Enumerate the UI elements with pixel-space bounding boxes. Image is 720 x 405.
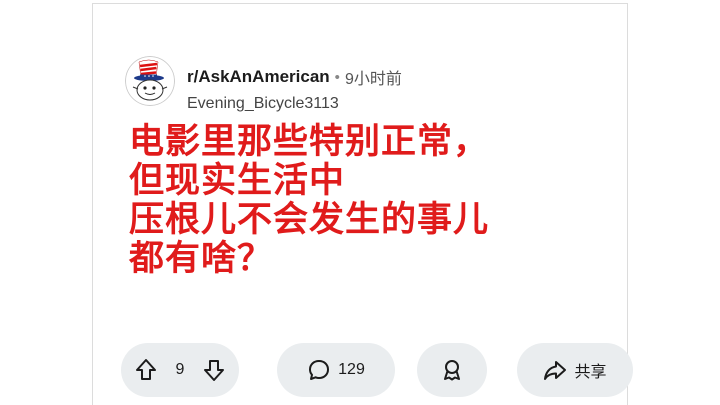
post-meta: r/AskAnAmerican • 9小时前 Evening_Bicycle31…: [187, 65, 402, 113]
comments-button[interactable]: 129: [277, 343, 395, 397]
post-action-bar: 9 129 共享: [121, 343, 633, 397]
author-username[interactable]: Evening_Bicycle3113: [187, 95, 402, 113]
post-card: r/AskAnAmerican • 9小时前 Evening_Bicycle31…: [92, 3, 633, 405]
post-title-line: 电影里那些特别正常，: [129, 122, 490, 161]
upvote-button[interactable]: [135, 358, 157, 382]
post-title-line: 都有啥？: [129, 239, 274, 278]
subreddit-link[interactable]: r/AskAnAmerican: [187, 67, 330, 87]
post-header: r/AskAnAmerican • 9小时前 Evening_Bicycle31…: [125, 56, 402, 113]
arrow-down-icon: [204, 360, 224, 381]
share-button[interactable]: 共享: [517, 343, 633, 397]
share-label: 共享: [574, 364, 607, 381]
post-time: 9小时前: [344, 71, 402, 88]
share-arrow-icon: [544, 361, 567, 380]
arrow-up-icon: [136, 359, 156, 380]
vote-group: 9: [121, 343, 239, 397]
vote-count: 9: [175, 361, 185, 378]
award-button[interactable]: [417, 343, 487, 397]
comment-count: 129: [338, 361, 365, 378]
award-icon: [444, 360, 460, 381]
speech-bubble-icon: [309, 360, 330, 380]
post-title-line: 但现实生活中: [129, 161, 346, 200]
post-title-line: 压根儿不会发生的事儿: [129, 200, 490, 239]
uncle-sam-hat-icon: [125, 56, 175, 106]
post-title[interactable]: 电影里那些特别正常， 但现实生活中 压根儿不会发生的事儿 都有啥？: [129, 122, 629, 278]
downvote-button[interactable]: [203, 358, 225, 382]
meta-separator: •: [334, 68, 340, 86]
subreddit-avatar[interactable]: [125, 56, 175, 106]
